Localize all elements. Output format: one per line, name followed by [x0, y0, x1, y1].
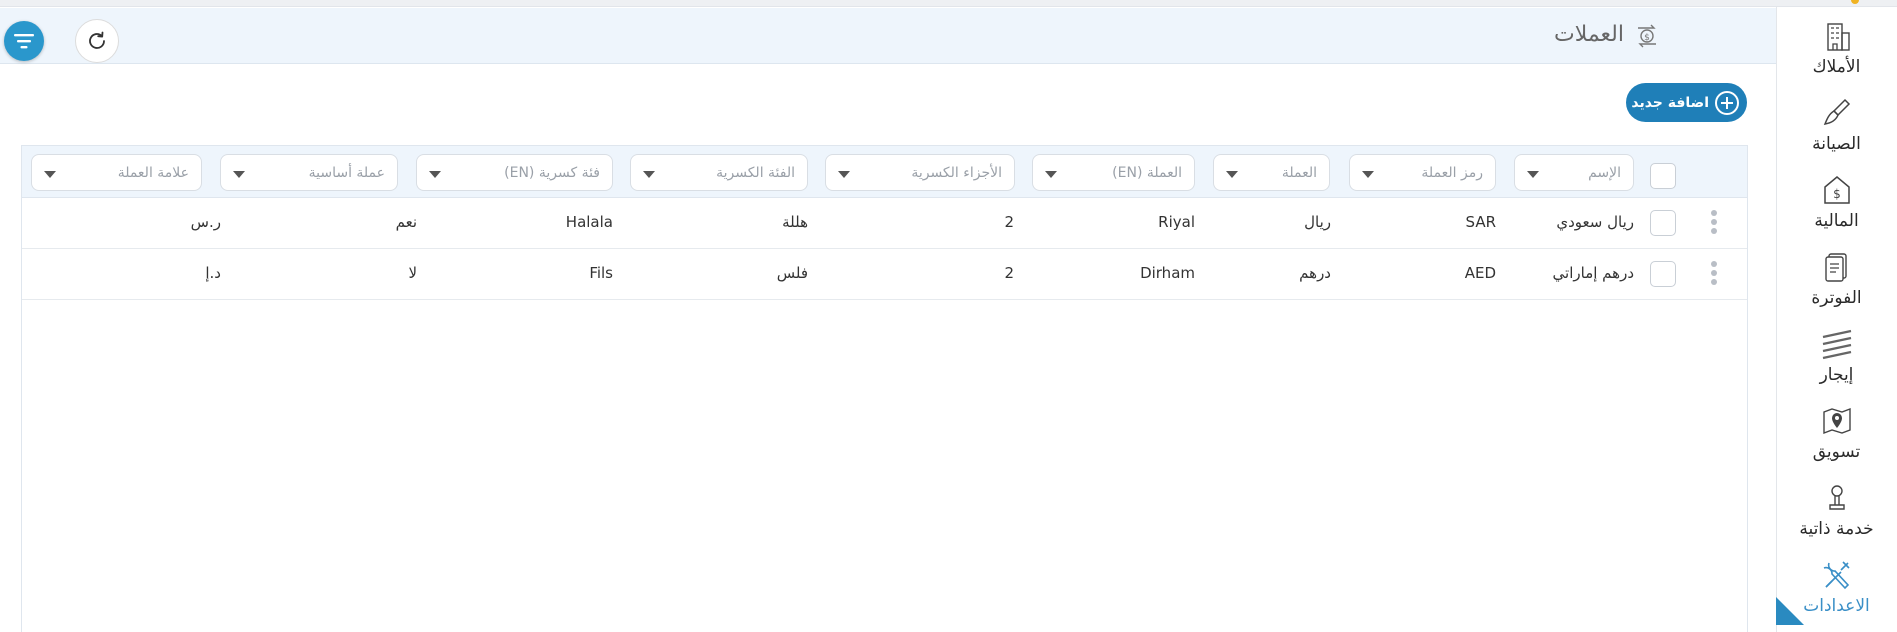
filter-button[interactable]	[4, 21, 44, 61]
column-fraction-unit-en[interactable]: فئة كسرية (EN)	[416, 154, 613, 191]
caret-down-icon	[44, 170, 56, 178]
column-currency-code-label: رمز العملة	[1421, 164, 1483, 181]
sidebar-item-self-service[interactable]: خدمة ذاتية	[1776, 471, 1897, 548]
column-currency-en[interactable]: العملة (EN)	[1032, 154, 1195, 191]
row-checkbox[interactable]	[1650, 261, 1676, 287]
lease-icon	[1822, 329, 1851, 359]
cell-fraction-parts: 2	[1004, 213, 1014, 231]
column-currency-en-label: العملة (EN)	[1112, 164, 1182, 181]
add-new-button[interactable]: اضافة جديد	[1626, 83, 1747, 122]
caret-down-icon	[1362, 170, 1374, 178]
column-currency-symbol[interactable]: علامة العملة	[31, 154, 202, 191]
sidebar-item-maintenance[interactable]: الصيانة	[1776, 86, 1897, 163]
column-currency-symbol-label: علامة العملة	[117, 164, 189, 181]
sidebar-item-label: الاعدادات	[1803, 595, 1870, 616]
sidebar-item-finance[interactable]: $ المالية	[1776, 163, 1897, 240]
cell-currency-symbol: د.إ	[205, 264, 221, 282]
sidebar-item-label: تسويق	[1812, 441, 1861, 462]
table-row[interactable]: ريال سعودي SAR ريال Riyal 2 هللة Halala …	[22, 198, 1747, 249]
column-currency-label: العملة	[1281, 164, 1317, 181]
column-name[interactable]: الإسم	[1514, 154, 1634, 191]
caret-down-icon	[838, 170, 850, 178]
sidebar-item-marketing[interactable]: تسويق	[1776, 394, 1897, 471]
caret-down-icon	[429, 170, 441, 178]
map-pin-icon	[1822, 407, 1851, 434]
money-house-icon: $	[1823, 175, 1850, 204]
currencies-table: الإسم رمز العملة العملة العملة (EN) الأج…	[21, 145, 1748, 632]
main-sidebar: الأملاك الصيانة $ المالية الفوترة إيجار	[1776, 7, 1897, 632]
row-menu-icon[interactable]	[1709, 210, 1719, 236]
row-menu-icon[interactable]	[1709, 261, 1719, 287]
currency-exchange-icon: $	[1638, 24, 1656, 48]
sidebar-item-billing[interactable]: الفوترة	[1776, 240, 1897, 317]
filter-icon	[14, 34, 34, 49]
cell-fraction-unit-en: Fils	[589, 264, 613, 282]
sidebar-item-label: الأملاك	[1812, 56, 1861, 77]
cell-fraction-unit-en: Halala	[565, 213, 613, 231]
invoice-icon	[1824, 252, 1847, 282]
cell-currency-en: Dirham	[1140, 264, 1195, 282]
column-fraction-unit-en-label: فئة كسرية (EN)	[504, 164, 600, 181]
cell-base-currency: نعم	[395, 213, 417, 231]
brush-icon	[1823, 98, 1850, 125]
row-checkbox[interactable]	[1650, 210, 1676, 236]
column-fraction-unit-label: الفئة الكسرية	[716, 164, 795, 181]
building-icon	[1826, 22, 1850, 51]
sidebar-item-label: خدمة ذاتية	[1799, 518, 1874, 539]
column-fraction-parts-label: الأجزاء الكسرية	[911, 164, 1002, 181]
column-currency-code[interactable]: رمز العملة	[1349, 154, 1496, 191]
cell-currency: ريال	[1304, 213, 1331, 231]
caret-down-icon	[233, 170, 245, 178]
column-name-label: الإسم	[1588, 164, 1621, 181]
cell-fraction-unit: فلس	[776, 264, 808, 282]
cell-fraction-unit: هللة	[782, 213, 808, 231]
svg-text:$: $	[1644, 33, 1650, 43]
refresh-icon	[89, 31, 105, 49]
sidebar-item-properties[interactable]: الأملاك	[1776, 9, 1897, 86]
column-base-currency[interactable]: عملة أساسية	[220, 154, 398, 191]
cell-currency-code: AED	[1464, 264, 1496, 282]
sidebar-item-label: إيجار	[1819, 364, 1854, 385]
cell-name: درهم إماراتي	[1552, 264, 1634, 282]
table-row[interactable]: درهم إماراتي AED درهم Dirham 2 فلس Fils …	[22, 249, 1747, 300]
sidebar-item-label: الفوترة	[1811, 287, 1862, 308]
table-header: الإسم رمز العملة العملة العملة (EN) الأج…	[22, 146, 1747, 198]
sidebar-item-label: المالية	[1814, 210, 1859, 231]
sidebar-item-lease[interactable]: إيجار	[1776, 317, 1897, 394]
top-strip	[0, 0, 1897, 7]
sidebar-item-settings[interactable]: الاعدادات	[1776, 548, 1897, 625]
caret-down-icon	[643, 170, 655, 178]
select-all-checkbox[interactable]	[1650, 163, 1676, 189]
refresh-button[interactable]	[75, 19, 119, 63]
tools-icon	[1823, 560, 1850, 589]
self-service-icon	[1828, 484, 1845, 510]
column-fraction-unit[interactable]: الفئة الكسرية	[630, 154, 808, 191]
caret-down-icon	[1045, 170, 1057, 178]
page-title: العملات	[1554, 22, 1624, 47]
svg-text:$: $	[1833, 187, 1841, 201]
cell-currency-symbol: ر.س	[190, 213, 221, 231]
cell-currency-code: SAR	[1465, 213, 1496, 231]
cell-name: ريال سعودي	[1556, 213, 1634, 231]
column-base-currency-label: عملة أساسية	[308, 164, 385, 181]
caret-down-icon	[1226, 170, 1238, 178]
cell-fraction-parts: 2	[1004, 264, 1014, 282]
plus-circle-icon	[1715, 90, 1739, 115]
column-currency[interactable]: العملة	[1213, 154, 1330, 191]
page-header: العملات $	[0, 8, 1776, 64]
add-new-label: اضافة جديد	[1631, 94, 1709, 111]
cell-currency-en: Riyal	[1158, 213, 1195, 231]
active-indicator	[1776, 597, 1804, 625]
column-fraction-parts[interactable]: الأجزاء الكسرية	[825, 154, 1015, 191]
cell-currency: درهم	[1299, 264, 1331, 282]
cell-base-currency: لا	[408, 264, 417, 282]
sidebar-item-label: الصيانة	[1812, 133, 1861, 154]
caret-down-icon	[1527, 170, 1539, 178]
